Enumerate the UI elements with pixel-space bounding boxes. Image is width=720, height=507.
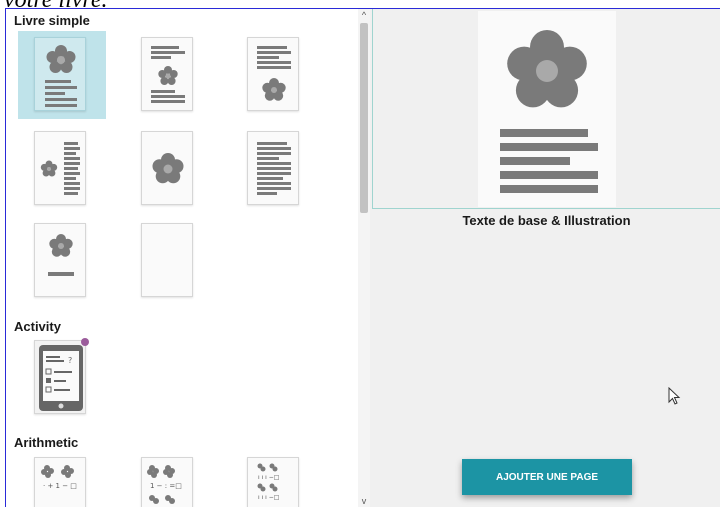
template-thumbnail-graphic <box>151 46 185 103</box>
svg-text:?: ? <box>68 356 72 365</box>
template-text-only[interactable] <box>247 131 299 205</box>
template-list-scrollbar[interactable]: ^ v <box>358 9 370 507</box>
template-arithmetic-1[interactable]: · + 1 − □ <box>34 457 86 507</box>
add-page-button[interactable]: Ajouter une page <box>462 459 632 495</box>
mouse-cursor-icon <box>668 387 681 405</box>
scroll-down-icon[interactable]: v <box>359 496 369 506</box>
preview-graphic <box>500 30 598 193</box>
scroll-up-icon[interactable]: ^ <box>359 10 369 20</box>
template-arithmetic-3[interactable]: ı ı ı −□ ı ı ı −□ <box>247 457 299 507</box>
section-title-activity: Activity <box>14 319 61 334</box>
template-thumbnail-graphic: · + 1 − □ <box>41 465 77 490</box>
template-thumbnail-graphic <box>48 234 74 276</box>
template-activity-quiz[interactable]: ? <box>34 338 89 414</box>
activity-badge-icon <box>81 338 89 346</box>
template-arithmetic-2[interactable]: 1 − : =□ <box>141 457 193 507</box>
template-thumbnail-graphic <box>152 153 184 184</box>
add-page-dialog: Livre simple Activity ? Arithmetic · + 1… <box>5 8 720 507</box>
template-picture-caption[interactable] <box>34 223 86 297</box>
template-thumbnail-graphic <box>45 45 77 107</box>
template-thumbnail-graphic: 1 − : =□ <box>147 465 182 504</box>
template-thumbnail-graphic <box>257 142 291 195</box>
svg-text:1 − : =□: 1 − : =□ <box>150 482 182 490</box>
template-thumbnail-graphic: ı ı ı −□ ı ı ı −□ <box>257 463 279 501</box>
svg-text:ı ı ı −□: ı ı ı −□ <box>258 494 279 501</box>
template-preview <box>372 9 720 209</box>
section-title-simple: Livre simple <box>14 13 90 28</box>
preview-template-title: Texte de base & Illustration <box>462 213 631 228</box>
scrollbar-thumb[interactable] <box>360 23 368 213</box>
svg-text:ı ı ı −□: ı ı ı −□ <box>258 474 279 481</box>
template-basic-text-illustration[interactable] <box>34 37 86 111</box>
template-illustration-beside-text[interactable] <box>34 131 86 205</box>
template-text-then-illustration[interactable] <box>247 37 299 111</box>
preview-page <box>478 11 616 207</box>
template-blank-page[interactable] <box>141 223 193 297</box>
section-title-arithmetic: Arithmetic <box>14 435 79 450</box>
template-text-illustration-text[interactable] <box>141 37 193 111</box>
template-thumbnail-graphic: ? <box>39 345 83 411</box>
template-thumbnail-graphic <box>40 142 80 195</box>
template-thumbnail-graphic <box>257 46 291 101</box>
template-list[interactable]: Livre simple Activity ? Arithmetic · + 1… <box>6 9 358 507</box>
template-illustration-only[interactable] <box>141 131 193 205</box>
svg-text:· + 1 − □: · + 1 − □ <box>43 482 77 490</box>
